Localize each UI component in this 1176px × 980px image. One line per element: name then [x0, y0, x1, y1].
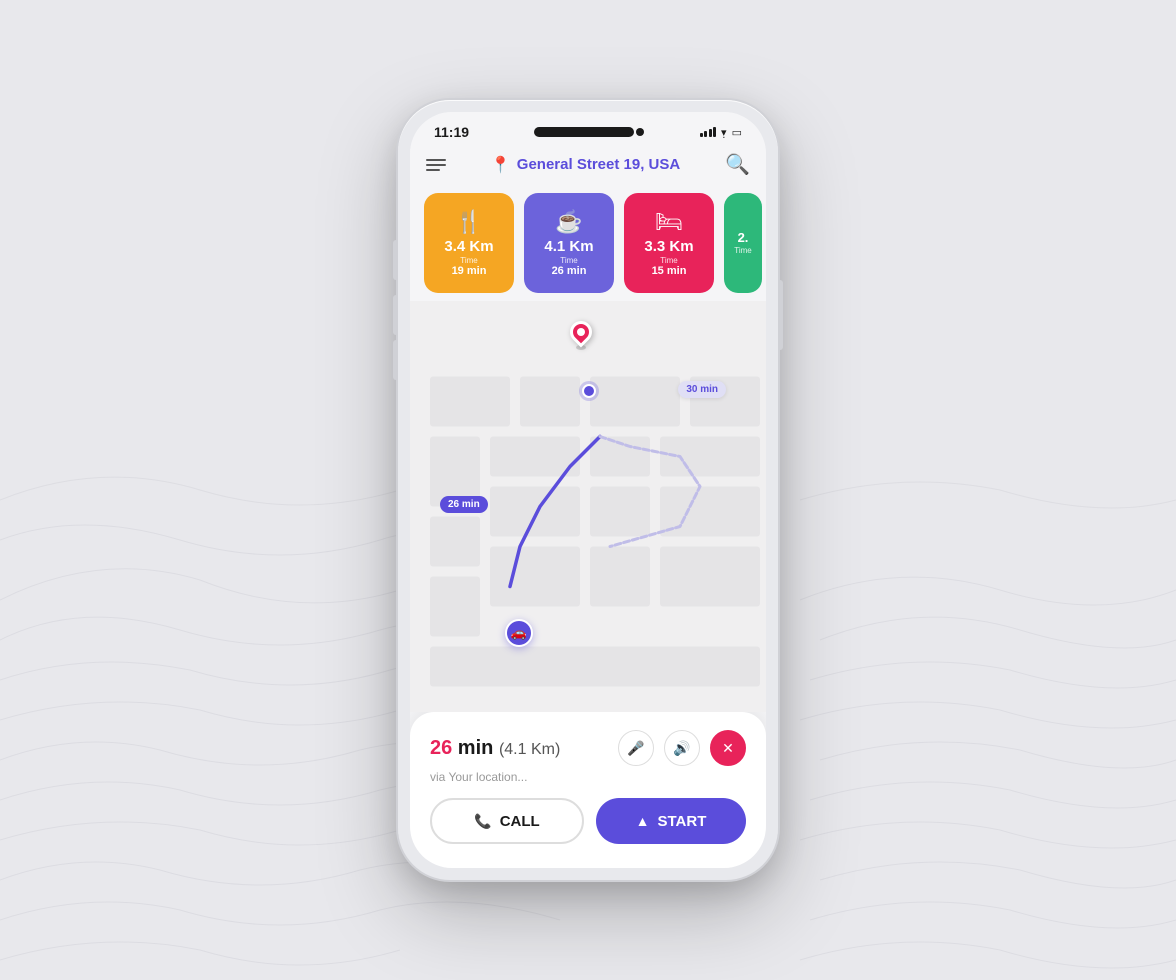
route-duration: 26 min (4.1 Km) — [430, 737, 560, 759]
current-location-dot — [582, 384, 596, 398]
status-icons: ▾̣ ▭ — [700, 126, 742, 139]
route-distance: (4.1 Km) — [499, 741, 560, 758]
food-time: 19 min — [452, 265, 487, 277]
route-duration-display: 26 min (4.1 Km) — [430, 737, 560, 760]
cafe-distance: 4.1 Km — [544, 239, 593, 254]
phone-shell: 11:19 ▾̣ ▭ 📍 General — [398, 100, 778, 880]
more-time-label: Time — [734, 246, 751, 255]
speaker-button[interactable]: 🔊 — [664, 730, 700, 766]
menu-line — [426, 164, 446, 166]
start-button[interactable]: ▲ START — [596, 798, 746, 844]
close-button[interactable]: ✕ — [710, 730, 746, 766]
car-icon: 🚗 — [505, 619, 533, 647]
location-pin-icon: 📍 — [491, 155, 511, 175]
phone-icon: 📞 — [474, 813, 491, 830]
hotel-time: 15 min — [652, 265, 687, 277]
start-label: START — [657, 813, 706, 830]
category-card-food[interactable]: 🍴 3.4 Km Time 19 min — [424, 193, 514, 293]
status-notch — [534, 127, 634, 137]
mic-button[interactable]: 🎤 — [618, 730, 654, 766]
route-badge-30min: 30 min — [678, 381, 726, 398]
cafe-time: 26 min — [552, 265, 587, 277]
food-icon: 🍴 — [455, 209, 482, 235]
status-bar: 11:19 ▾̣ ▭ — [410, 112, 766, 144]
route-badge-26min: 26 min — [440, 496, 488, 513]
cafe-time-label: Time — [560, 256, 577, 265]
route-via: via Your location... — [430, 770, 746, 784]
cafe-icon: ☕ — [555, 209, 582, 235]
menu-line — [426, 169, 440, 171]
category-card-hotel[interactable]: 🛏 3.3 Km Time 15 min — [624, 193, 714, 293]
phone-screen: 11:19 ▾̣ ▭ 📍 General — [410, 112, 766, 868]
hotel-distance: 3.3 Km — [644, 239, 693, 254]
map-area[interactable]: 26 min 30 min 🚗 — [410, 301, 766, 712]
category-card-cafe[interactable]: ☕ 4.1 Km Time 26 min — [524, 193, 614, 293]
pin-head — [565, 316, 596, 347]
category-card-more[interactable]: 2. Time — [724, 193, 762, 293]
food-time-label: Time — [460, 256, 477, 265]
category-row: 🍴 3.4 Km Time 19 min ☕ 4.1 Km Time 26 mi… — [410, 185, 766, 301]
destination-pin — [570, 321, 592, 350]
location-text: General Street 19, USA — [517, 156, 680, 173]
hotel-icon: 🛏 — [655, 209, 683, 235]
more-distance: 2. — [738, 231, 749, 244]
location-display: 📍 General Street 19, USA — [491, 155, 680, 175]
food-distance: 3.4 Km — [444, 239, 493, 254]
hotel-time-label: Time — [660, 256, 677, 265]
app-header: 📍 General Street 19, USA 🔍 — [410, 144, 766, 185]
navigation-icon: ▲ — [636, 813, 650, 829]
pin-dot — [575, 326, 586, 337]
action-row: 📞 CALL ▲ START — [430, 798, 746, 844]
menu-button[interactable] — [426, 159, 446, 171]
search-button[interactable]: 🔍 — [725, 152, 750, 177]
battery-icon: ▭ — [732, 126, 742, 139]
status-time: 11:19 — [434, 124, 469, 140]
route-info-row: 26 min (4.1 Km) 🎤 🔊 ✕ — [430, 730, 746, 766]
duration-unit: min — [452, 737, 493, 759]
call-label: CALL — [500, 813, 540, 830]
bottom-panel: 26 min (4.1 Km) 🎤 🔊 ✕ via Your location.… — [410, 712, 766, 868]
duration-number: 26 — [430, 737, 452, 759]
wifi-icon: ▾̣ — [721, 126, 727, 139]
menu-line — [426, 159, 446, 161]
signal-icon — [700, 127, 717, 137]
call-button[interactable]: 📞 CALL — [430, 798, 584, 844]
route-controls: 🎤 🔊 ✕ — [618, 730, 746, 766]
